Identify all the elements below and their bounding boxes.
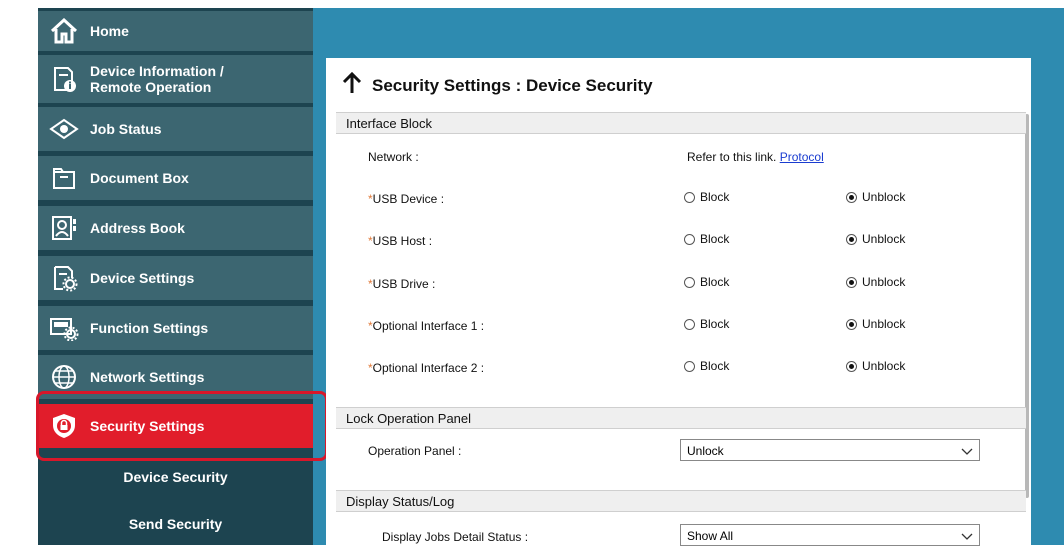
sidebar-item-label: Device Information / [90,63,224,79]
usb-drive-block-radio[interactable]: Block [684,275,729,289]
operation-panel-label: Operation Panel : [368,444,462,458]
contact-icon [38,206,90,250]
radio-circle[interactable] [684,191,695,203]
usb-drive-row: *USB Drive : Block Unblock [336,275,1026,295]
sidebar-item-label: Address Book [90,220,185,236]
section-lock-operation-panel: Lock Operation Panel [336,407,1026,429]
scrollbar[interactable] [1025,114,1029,498]
sidebar-item-address-book[interactable]: Address Book [38,206,313,250]
up-arrow-icon[interactable] [342,71,362,99]
network-label: Network : [368,150,419,164]
page-title: Security Settings : Device Security [342,71,653,99]
radio-circle-selected[interactable] [846,233,857,245]
jobs-detail-label: Display Jobs Detail Status : [382,530,529,544]
radio-circle-selected[interactable] [846,276,857,288]
usb-device-label: *USB Device : [368,192,445,206]
usb-drive-unblock-radio[interactable]: Unblock [846,275,905,289]
sidebar-item-label-line2: Remote Operation [90,79,212,95]
radio-circle-selected[interactable] [846,191,857,203]
highlight-box [36,391,328,461]
radio-circle[interactable] [684,318,695,330]
sidebar-item-device-settings[interactable]: Device Settings [38,256,313,300]
sidebar-item-job-status[interactable]: Job Status [38,107,313,151]
usb-device-block-radio[interactable]: Block [684,190,729,204]
sidebar: Home Device Information / Remote Operati… [38,8,313,545]
radio-circle-selected[interactable] [846,360,857,372]
usb-drive-label: *USB Drive : [368,277,436,291]
sidebar-item-label: Job Status [90,121,162,137]
network-row: Network : Refer to this link. Protocol [336,148,1026,168]
usb-host-row: *USB Host : Block Unblock [336,232,1026,252]
optional-interface-1-label: *Optional Interface 1 : [368,319,485,333]
optional-interface-2-block-radio[interactable]: Block [684,359,729,373]
usb-device-row: *USB Device : Block Unblock [336,190,1026,210]
page-title-text: Security Settings : Device Security [372,75,653,95]
printer-gear-icon [38,306,90,350]
protocol-link[interactable]: Protocol [780,150,824,164]
usb-host-block-radio[interactable]: Block [684,232,729,246]
usb-host-label: *USB Host : [368,234,433,248]
sidebar-subitem-device-security[interactable]: Device Security [38,469,313,485]
optional-interface-2-unblock-radio[interactable]: Unblock [846,359,905,373]
optional-interface-1-unblock-radio[interactable]: Unblock [846,317,905,331]
section-interface-block: Interface Block [336,112,1026,134]
sidebar-item-function-settings[interactable]: Function Settings [38,306,313,350]
sidebar-item-label: Function Settings [90,320,209,336]
radio-circle[interactable] [684,276,695,288]
operation-panel-select[interactable]: Unlock [680,439,980,461]
sidebar-item-home[interactable]: Home [38,11,313,51]
optional-interface-1-block-radio[interactable]: Block [684,317,729,331]
sidebar-item-label: Home [90,23,129,39]
network-refer-text: Refer to this link. [687,150,777,164]
sidebar-item-label: Network Settings [90,369,205,385]
chevron-down-icon [961,441,973,463]
sidebar-item-document-box[interactable]: Document Box [38,156,313,200]
sidebar-subitem-send-security[interactable]: Send Security [38,516,313,532]
device-gear-icon [38,256,90,300]
section-display-status-log: Display Status/Log [336,490,1026,512]
main-panel: Security Settings : Device Security Inte… [326,58,1031,546]
operation-panel-value: Unlock [687,444,724,458]
radio-circle-selected[interactable] [846,318,857,330]
sidebar-item-device-information[interactable]: Device Information / Remote Operation [38,55,313,103]
usb-host-unblock-radio[interactable]: Unblock [846,232,905,246]
radio-circle[interactable] [684,360,695,372]
folder-icon [38,156,90,200]
usb-device-unblock-radio[interactable]: Unblock [846,190,905,204]
home-icon [38,11,90,51]
eye-icon [38,107,90,151]
device-info-icon [38,55,90,103]
radio-circle[interactable] [684,233,695,245]
jobs-detail-value: Show All [687,529,734,543]
optional-interface-2-label: *Optional Interface 2 : [368,361,485,375]
optional-interface-1-row: *Optional Interface 1 : Block Unblock [336,317,1026,337]
sidebar-item-label: Document Box [90,170,189,186]
optional-interface-2-row: *Optional Interface 2 : Block Unblock [336,359,1026,379]
jobs-detail-select[interactable]: Show All [680,524,980,546]
sidebar-item-label: Device Settings [90,270,195,286]
